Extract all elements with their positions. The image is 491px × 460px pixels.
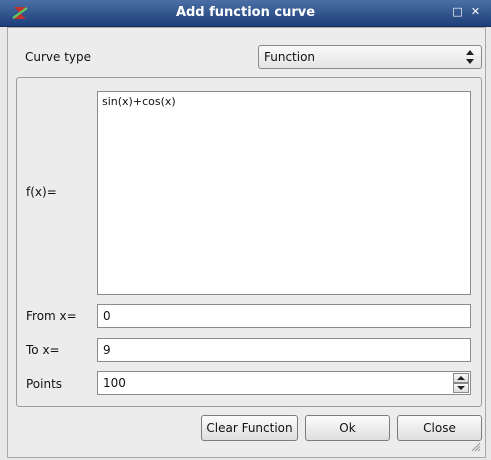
up-down-arrows-icon <box>466 50 474 64</box>
curve-type-select[interactable]: Function <box>258 45 482 69</box>
function-label: f(x)= <box>26 185 57 199</box>
spin-up-arrow-icon <box>457 376 465 380</box>
spin-up-button[interactable] <box>453 373 469 383</box>
window-title: Add function curve <box>175 5 316 20</box>
to-label: To x= <box>26 343 60 357</box>
maximize-icon[interactable]: □ <box>450 5 465 19</box>
title-bar[interactable]: Add function curve □ ✕ <box>0 0 491 27</box>
clear-function-button[interactable]: Clear Function <box>201 415 298 441</box>
curve-type-label: Curve type <box>25 50 92 64</box>
resize-grip-icon[interactable] <box>471 442 481 452</box>
ok-button[interactable]: Ok <box>305 415 390 441</box>
to-input[interactable]: 9 <box>97 338 471 362</box>
spin-down-button[interactable] <box>453 383 469 393</box>
close-button[interactable]: Close <box>397 415 482 441</box>
from-label: From x= <box>26 309 77 323</box>
points-label: Points <box>26 377 63 391</box>
function-editor[interactable]: sin(x)+cos(x) <box>97 91 471 295</box>
from-input[interactable]: 0 <box>97 304 471 328</box>
curve-type-value: Function <box>264 50 316 64</box>
close-icon[interactable]: ✕ <box>468 5 483 19</box>
spin-down-arrow-icon <box>457 386 465 390</box>
points-spinbox[interactable]: 100 <box>97 371 471 395</box>
